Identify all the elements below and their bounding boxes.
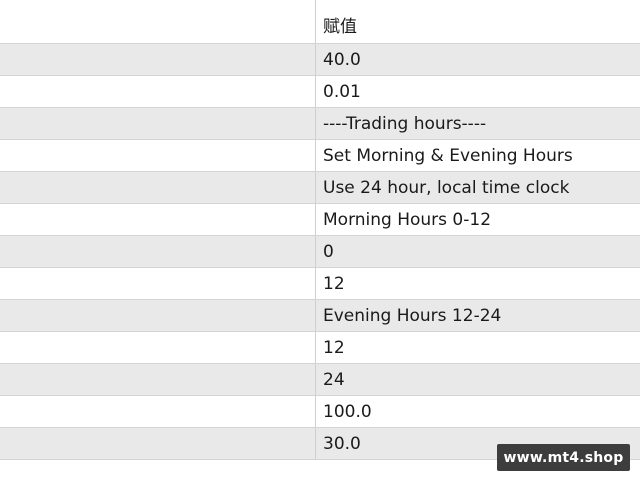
param-value-cell[interactable]: 12 (323, 268, 640, 299)
header-value-label[interactable]: 赋值 (323, 0, 640, 43)
table-row[interactable]: Morning Hours 0-12 (0, 204, 640, 236)
param-name-cell (0, 236, 316, 267)
param-name-cell (0, 44, 316, 75)
table-row[interactable]: Set Morning & Evening Hours (0, 140, 640, 172)
param-name-cell (0, 332, 316, 363)
site-watermark: www.mt4.shop (497, 444, 630, 471)
table-row[interactable]: 24 (0, 364, 640, 396)
table-row[interactable]: 0.01 (0, 76, 640, 108)
table-row[interactable]: 12 (0, 332, 640, 364)
header-name-cell[interactable] (0, 0, 316, 43)
parameters-table: 赋值 40.0 0.01 ----Trading hours---- Set M… (0, 0, 640, 460)
param-value-cell[interactable]: 0.01 (323, 76, 640, 107)
param-value-cell[interactable]: 40.0 (323, 44, 640, 75)
param-value-cell[interactable]: Morning Hours 0-12 (323, 204, 640, 235)
table-header-row: 赋值 (0, 0, 640, 44)
param-value-cell[interactable]: Use 24 hour, local time clock (323, 172, 640, 203)
param-value-cell[interactable]: Evening Hours 12-24 (323, 300, 640, 331)
table-row[interactable]: e 100.0 (0, 396, 640, 428)
param-value-cell[interactable]: Set Morning & Evening Hours (323, 140, 640, 171)
param-name-cell (0, 140, 316, 171)
param-name-cell (0, 108, 316, 139)
table-row[interactable]: 12 (0, 268, 640, 300)
param-value-cell[interactable]: ----Trading hours---- (323, 108, 640, 139)
param-value-cell[interactable]: 12 (323, 332, 640, 363)
table-row[interactable]: ----Trading hours---- (0, 108, 640, 140)
table-row[interactable]: Use 24 hour, local time clock (0, 172, 640, 204)
param-value-cell[interactable]: 100.0 (323, 396, 640, 427)
param-name-cell: e (0, 396, 316, 427)
param-name-cell (0, 204, 316, 235)
param-name-cell (0, 172, 316, 203)
param-name-cell (0, 76, 316, 107)
param-name-cell (0, 300, 316, 331)
param-value-cell[interactable]: 0 (323, 236, 640, 267)
table-row[interactable]: Evening Hours 12-24 (0, 300, 640, 332)
table-row[interactable]: 0 (0, 236, 640, 268)
param-name-cell (0, 428, 316, 459)
param-name-cell (0, 268, 316, 299)
param-value-cell[interactable]: 24 (323, 364, 640, 395)
param-name-cell (0, 364, 316, 395)
table-row[interactable]: 40.0 (0, 44, 640, 76)
